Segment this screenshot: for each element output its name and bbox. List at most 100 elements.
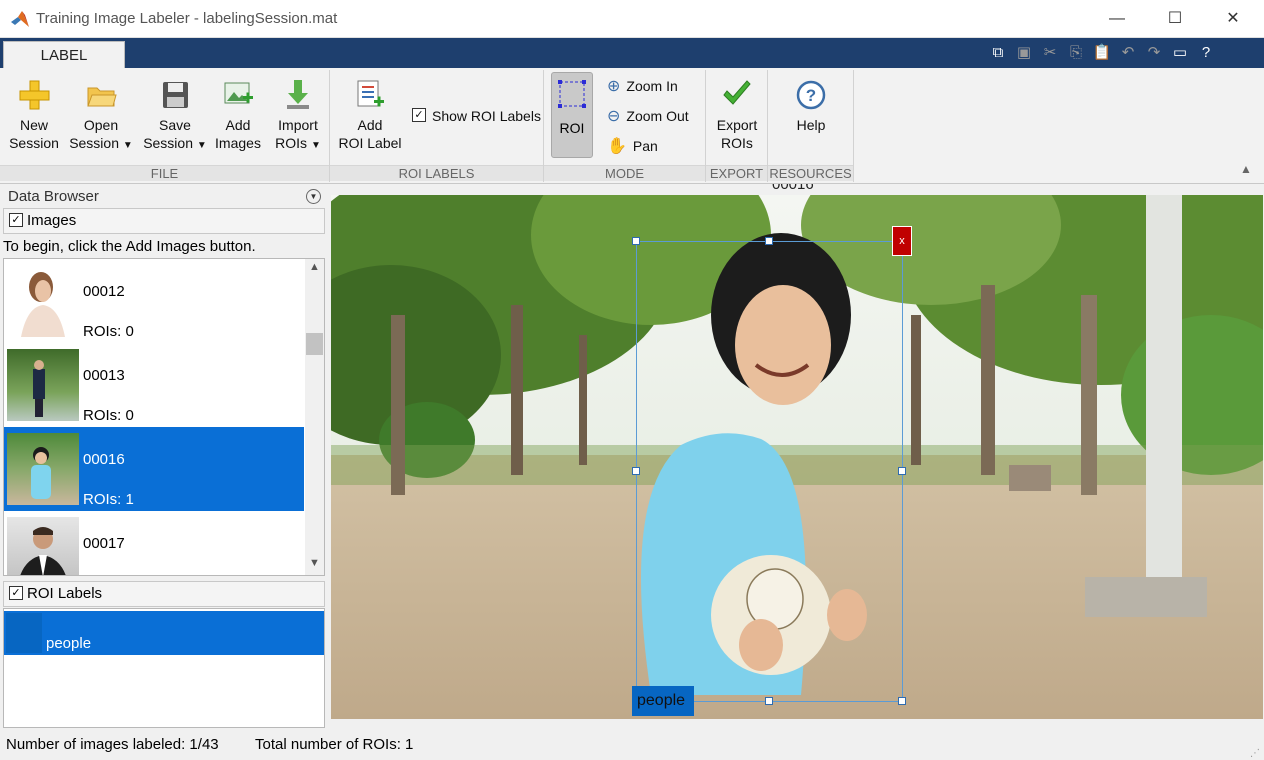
thumbnail-image bbox=[7, 349, 79, 421]
collapse-ribbon-icon[interactable]: ▲ bbox=[1240, 162, 1252, 176]
roi-labels-group: Add ROI Label ✓ Show ROI Labels ROI LABE… bbox=[330, 70, 544, 182]
list-item[interactable]: 00013 ROIs: 0 bbox=[4, 343, 304, 427]
save-disk-icon bbox=[163, 82, 188, 108]
roi-label-name: people bbox=[46, 635, 92, 652]
help-button[interactable]: ? Help bbox=[780, 74, 842, 134]
svg-text:?: ? bbox=[806, 86, 816, 105]
copy-icon[interactable]: ⎘ bbox=[1064, 41, 1088, 65]
zoom-out-icon: ⊖ bbox=[607, 108, 621, 125]
save-session-button[interactable]: Save Session ▼ bbox=[140, 74, 210, 155]
window-title: Training Image Labeler - labelingSession… bbox=[36, 10, 338, 27]
quick-access-toolbar: ⧉ ▣ ✂ ⎘ 📋 ↶ ↷ ▭ ? bbox=[986, 41, 1218, 67]
roi-labels-header-label: ROI Labels bbox=[27, 585, 103, 602]
paste-icon[interactable]: 📋 bbox=[1090, 41, 1114, 65]
tab-label[interactable]: LABEL bbox=[3, 41, 125, 68]
resize-handle[interactable] bbox=[898, 467, 906, 475]
checkmark-icon bbox=[723, 80, 751, 105]
resize-handle[interactable] bbox=[765, 697, 773, 705]
import-rois-label-2: ROIs bbox=[275, 135, 308, 151]
import-rois-button[interactable]: Import ROIs ▼ bbox=[268, 74, 328, 155]
add-roi-label-label-2: ROI Label bbox=[338, 135, 402, 151]
new-session-label-1: New bbox=[19, 117, 48, 133]
zoom-out-button[interactable]: ⊖ Zoom Out bbox=[607, 106, 689, 126]
roi-labels-list: people bbox=[3, 608, 325, 728]
thumbnail-image bbox=[7, 517, 79, 575]
show-roi-labels-checkbox[interactable]: ✓ Show ROI Labels bbox=[412, 108, 541, 124]
add-images-hint: To begin, click the Add Images button. bbox=[3, 238, 256, 255]
new-session-button[interactable]: New Session bbox=[4, 74, 64, 152]
roi-mode-button[interactable]: ROI bbox=[551, 72, 593, 158]
total-rois-status: Total number of ROIs: 1 bbox=[255, 736, 414, 753]
checkbox-checked-icon[interactable]: ✓ bbox=[9, 213, 23, 228]
undo-icon[interactable]: ↶ bbox=[1116, 41, 1140, 65]
image-name: 00012 bbox=[83, 283, 125, 300]
resize-grip-icon[interactable]: ⋰ bbox=[1250, 748, 1260, 760]
image-canvas[interactable]: 00016 x people bbox=[331, 184, 1263, 730]
images-header-label: Images bbox=[27, 212, 77, 229]
checkbox-checked-icon: ✓ bbox=[412, 108, 426, 122]
panel-menu-chevron-icon[interactable]: ▼ bbox=[306, 189, 321, 204]
redo-icon[interactable]: ↷ bbox=[1142, 41, 1166, 65]
minimize-button[interactable]: — bbox=[1088, 0, 1146, 38]
chevron-down-icon: ▼ bbox=[196, 140, 207, 151]
close-button[interactable]: ✕ bbox=[1204, 0, 1262, 38]
scroll-down-icon[interactable]: ▼ bbox=[309, 557, 320, 569]
file-group: New Session Open Session ▼ Save Session … bbox=[0, 70, 330, 182]
image-roi-count: ROIs: 0 bbox=[83, 407, 134, 424]
zoom-in-label: Zoom In bbox=[626, 78, 678, 94]
resize-handle[interactable] bbox=[632, 237, 640, 245]
add-roi-label-label-1: Add bbox=[357, 117, 383, 133]
open-session-button[interactable]: Open Session ▼ bbox=[66, 74, 136, 155]
export-rois-label-1: Export bbox=[716, 117, 758, 133]
export-rois-label-2: ROIs bbox=[721, 135, 753, 151]
resize-handle[interactable] bbox=[898, 697, 906, 705]
image-title-partial: 00016 bbox=[772, 184, 814, 193]
resize-handle[interactable] bbox=[632, 467, 640, 475]
matlab-logo-icon bbox=[11, 11, 29, 27]
scroll-up-icon[interactable]: ▲ bbox=[309, 261, 320, 273]
import-rois-label-1: Import bbox=[278, 117, 318, 133]
list-item-selected[interactable]: 00016 ROIs: 1 bbox=[4, 427, 304, 511]
import-arrow-icon bbox=[287, 80, 309, 109]
open-session-label-1: Open bbox=[83, 117, 119, 133]
roi-bounding-box[interactable] bbox=[636, 241, 903, 702]
dock-icon[interactable]: ⧉ bbox=[986, 41, 1010, 65]
images-section-header[interactable]: ✓ Images bbox=[3, 208, 325, 234]
pan-label: Pan bbox=[632, 138, 658, 154]
resize-handle[interactable] bbox=[765, 237, 773, 245]
maximize-button[interactable]: ☐ bbox=[1146, 0, 1204, 38]
image-roi-count: ROIs: 0 bbox=[83, 323, 134, 340]
image-roi-count: ROIs: 1 bbox=[83, 491, 134, 508]
scroll-thumb[interactable] bbox=[306, 333, 323, 355]
cut-icon[interactable]: ✂ bbox=[1038, 41, 1062, 65]
pan-button[interactable]: ✋ Pan bbox=[607, 136, 658, 156]
checkbox-checked-icon[interactable]: ✓ bbox=[9, 586, 23, 601]
roi-labels-section-header[interactable]: ✓ ROI Labels bbox=[3, 581, 325, 607]
roi-labels-group-caption: ROI LABELS bbox=[330, 165, 543, 181]
help-circle-icon[interactable]: ? bbox=[1194, 41, 1218, 65]
title-bar: Training Image Labeler - labelingSession… bbox=[0, 0, 1264, 38]
help-label: Help bbox=[796, 117, 826, 133]
list-item[interactable]: 00017 bbox=[4, 511, 304, 575]
zoom-in-button[interactable]: ⊕ Zoom In bbox=[607, 76, 678, 96]
vertical-scrollbar[interactable]: ▲ ▼ bbox=[305, 259, 324, 575]
roi-label-item[interactable]: people bbox=[4, 611, 324, 655]
thumbnail-image bbox=[7, 433, 79, 505]
roi-mode-label: ROI bbox=[559, 120, 585, 136]
export-rois-button[interactable]: Export ROIs bbox=[708, 74, 766, 152]
roi-label-tag: people bbox=[632, 686, 694, 716]
add-roi-label-button[interactable]: Add ROI Label bbox=[336, 74, 404, 152]
chevron-down-icon: ▼ bbox=[122, 140, 133, 151]
show-roi-labels-label: Show ROI Labels bbox=[432, 108, 541, 124]
resources-group: ? Help RESOURCES bbox=[768, 70, 854, 182]
roi-label-color-swatch bbox=[6, 613, 42, 653]
save-session-label-2: Session bbox=[143, 135, 193, 151]
pan-hand-icon: ✋ bbox=[607, 138, 627, 155]
list-item[interactable]: 00012 ROIs: 0 bbox=[4, 259, 304, 343]
window-layout-icon[interactable]: ▭ bbox=[1168, 41, 1192, 65]
save-icon[interactable]: ▣ bbox=[1012, 41, 1036, 65]
delete-roi-button[interactable]: x bbox=[892, 226, 912, 256]
add-images-button[interactable]: Add Images bbox=[212, 74, 264, 152]
data-browser-title: Data Browser bbox=[8, 188, 99, 205]
thumbnail-image bbox=[7, 265, 79, 337]
